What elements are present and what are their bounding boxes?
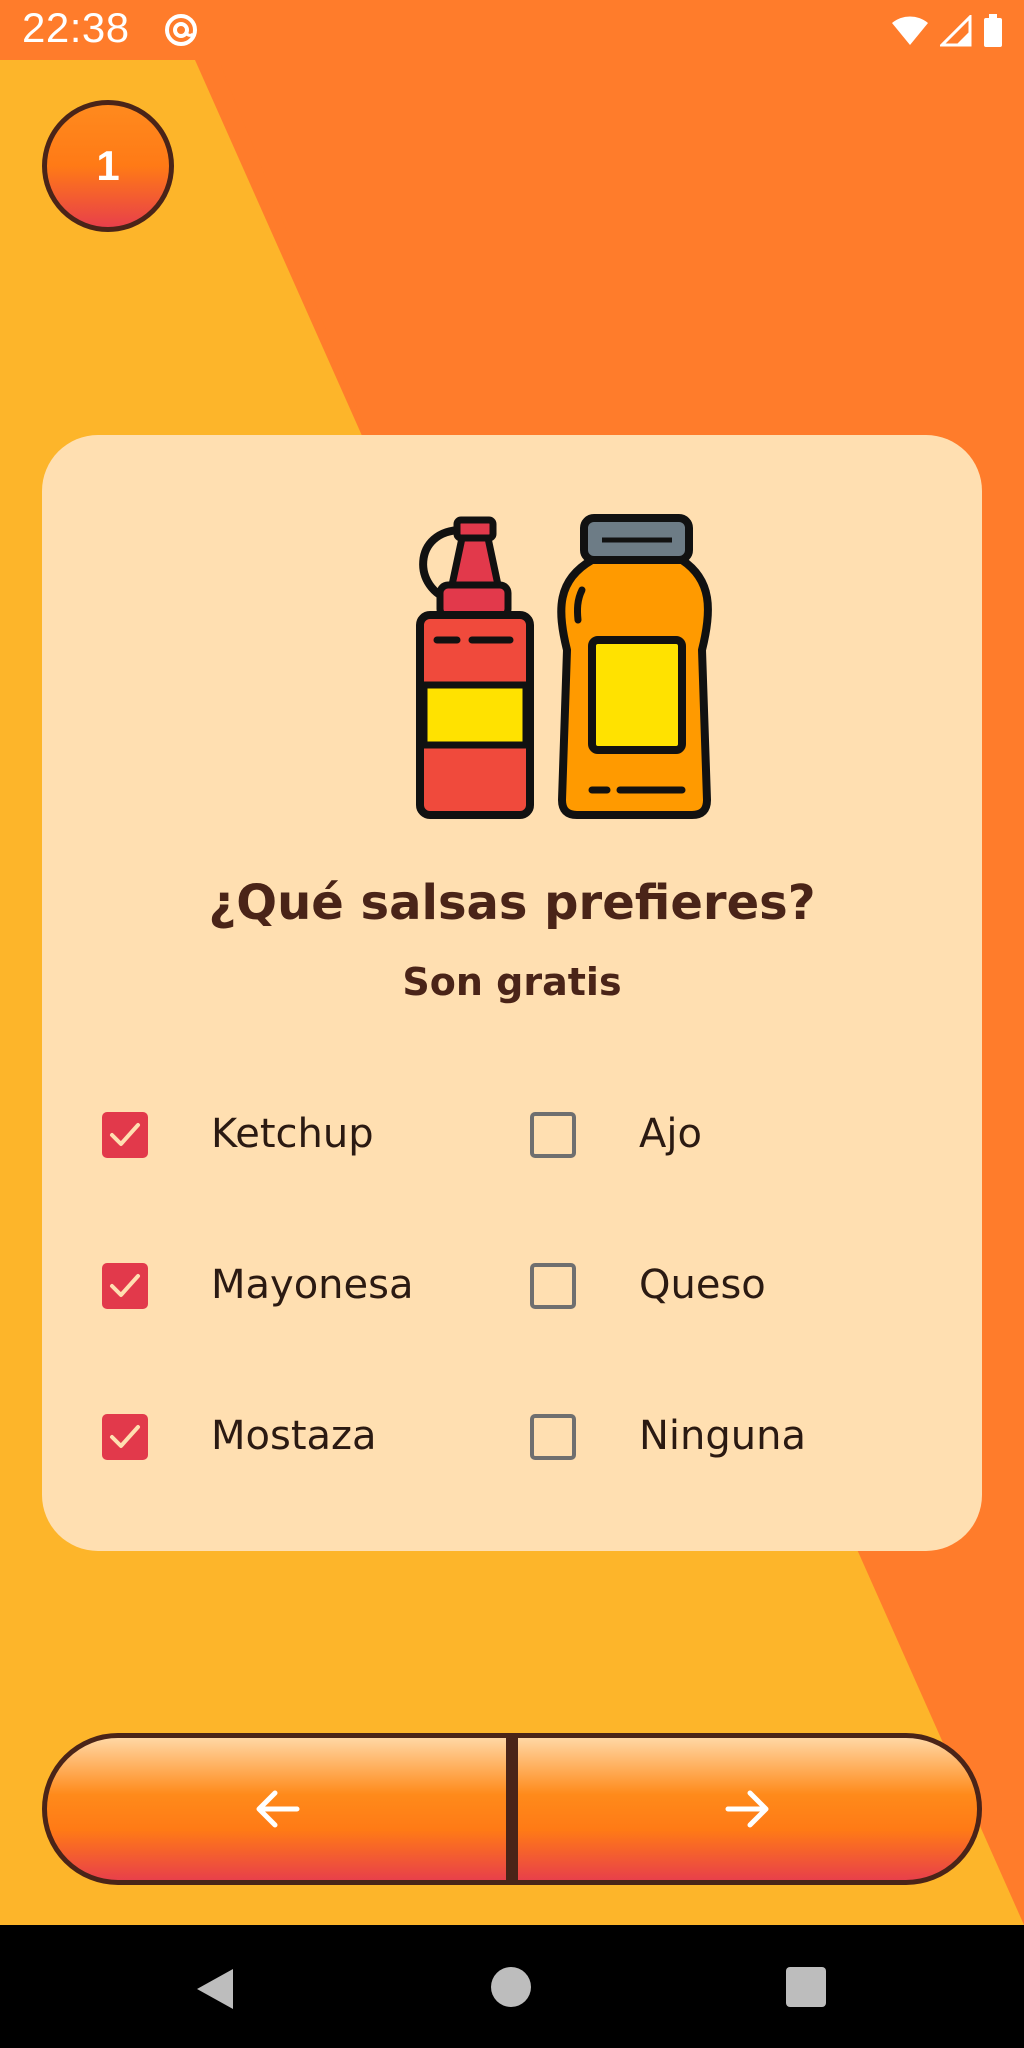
recents-square-icon[interactable] [786,1967,826,2007]
checkbox-checked[interactable] [102,1263,148,1309]
system-navigation-bar [0,1925,1024,2048]
option-label: Ajo [639,1111,702,1157]
back-button[interactable] [47,1738,506,1880]
checkbox-unchecked[interactable] [530,1414,576,1460]
option-queso[interactable]: Queso [530,1256,890,1326]
status-time: 22:38 [22,4,130,51]
option-ketchup[interactable]: Ketchup [102,1105,462,1175]
checkbox-checked[interactable] [102,1414,148,1460]
wifi-icon [892,16,928,45]
at-sign-icon [165,14,197,46]
option-label: Mayonesa [211,1262,414,1308]
next-button[interactable] [518,1738,977,1880]
checkbox-unchecked[interactable] [530,1263,576,1309]
cell-signal-icon [940,15,972,47]
option-ajo[interactable]: Ajo [530,1105,890,1175]
option-ninguna[interactable]: Ninguna [530,1407,890,1477]
question-title: ¿Qué salsas prefieres? [208,875,816,931]
checkbox-unchecked[interactable] [530,1112,576,1158]
option-label: Queso [639,1262,766,1308]
option-mostaza[interactable]: Mostaza [102,1407,462,1477]
sauce-bottles-icon [416,514,712,819]
option-label: Ninguna [639,1413,806,1459]
arrow-right-icon [725,1790,768,1828]
question-card: ¿Qué salsas prefieres? Son gratis Ketchu… [42,435,982,1551]
option-label: Mostaza [211,1413,377,1459]
button-divider [506,1738,518,1880]
question-subtitle: Son gratis [402,960,622,1004]
option-label: Ketchup [211,1111,374,1157]
status-bar: 22:38 [0,0,1024,60]
arrow-left-icon [256,1790,299,1828]
option-mayonesa[interactable]: Mayonesa [102,1256,462,1326]
check-icon [110,1274,140,1297]
home-circle-icon[interactable] [491,1967,531,2007]
navigation-buttons [42,1733,982,1885]
back-triangle-icon[interactable] [195,1967,235,2011]
check-icon [110,1123,140,1146]
step-number-badge: 1 [42,100,174,232]
battery-icon [984,14,1002,47]
checkbox-checked[interactable] [102,1112,148,1158]
check-icon [110,1425,140,1448]
